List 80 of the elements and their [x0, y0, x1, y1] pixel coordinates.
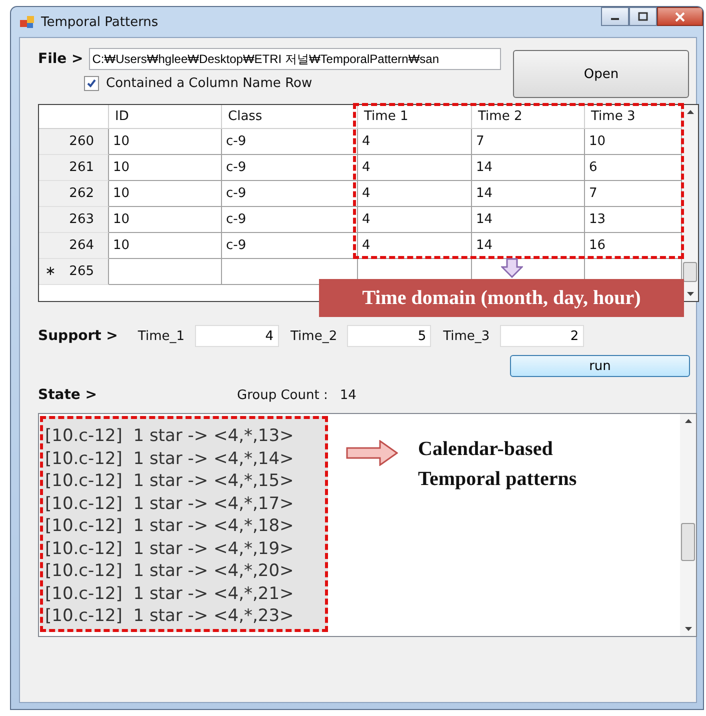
support-field-label: Time_3	[443, 328, 490, 344]
down-arrow-icon	[501, 258, 523, 278]
header-checkbox[interactable]	[84, 76, 99, 91]
output-text-area[interactable]	[38, 413, 697, 637]
file-path-field[interactable]: C:₩Users₩hglee₩Desktop₩ETRI 저널₩TemporalPattern₩san	[89, 48, 502, 70]
scroll-up-icon[interactable]	[686, 109, 694, 114]
state-label: State >	[38, 387, 98, 403]
scrollbar[interactable]	[680, 414, 696, 636]
table-cell: 4	[358, 155, 472, 181]
table-cell: 14	[472, 155, 585, 181]
row-number: 263	[69, 212, 94, 227]
right-arrow-icon	[346, 440, 398, 466]
table-cell: 10	[109, 233, 222, 259]
checkbox-label: Contained a Column Name Row	[106, 76, 312, 91]
row-number: 260	[69, 134, 94, 149]
support-field[interactable]: 4	[194, 325, 279, 347]
table-cell: 10	[109, 129, 222, 155]
output-line: [10.c-12] 1 star -> <4,*,17>	[45, 492, 295, 515]
table-cell: 14	[472, 207, 585, 233]
close-icon	[674, 12, 686, 22]
output-line: [10.c-12] 1 star -> <4,*,15>	[45, 470, 295, 492]
output-line: [10.c-12] 1 star -> <4,*,13>	[45, 425, 295, 448]
table-cell: 13	[585, 207, 682, 233]
table-cell: 14	[472, 181, 585, 207]
output-line: [10.c-12] 1 star -> <4,*,20>	[45, 560, 295, 582]
annotation-label: Time domain (month, day, hour)	[319, 279, 684, 317]
maximize-icon	[638, 12, 648, 21]
scroll-up-icon[interactable]	[684, 418, 692, 423]
scroll-thumb[interactable]	[683, 262, 697, 282]
table-cell: 4	[358, 207, 472, 233]
maximize-button[interactable]	[629, 7, 657, 26]
minimize-button[interactable]	[601, 7, 629, 26]
column-header[interactable]: ID	[109, 105, 222, 129]
output-line: [10.c-12] 1 star -> <4,*,23>	[45, 605, 295, 628]
row-number: 262	[69, 186, 94, 201]
annotation-text: Calendar-based	[418, 437, 554, 462]
run-button[interactable]: run	[510, 355, 690, 377]
table-cell: 10	[109, 207, 222, 233]
table-cell: 6	[585, 155, 682, 181]
table-cell: c-9	[222, 233, 358, 259]
table-cell: 4	[358, 181, 472, 207]
group-count-value: 14	[340, 388, 356, 402]
support-field[interactable]: 5	[347, 325, 432, 347]
table-cell: c-9	[222, 207, 358, 233]
support-field-label: Time_2	[290, 328, 338, 344]
group-count-label: Group Count :	[237, 388, 328, 402]
table-cell: c-9	[222, 155, 358, 181]
scrollbar[interactable]	[682, 105, 698, 301]
close-button[interactable]	[657, 7, 703, 26]
output-line: [10.c-12] 1 star -> <4,*,14>	[45, 448, 295, 470]
table-cell: 10	[109, 155, 222, 181]
output-line: [10.c-12] 1 star -> <4,*,21>	[45, 582, 295, 605]
support-field[interactable]: 2	[500, 325, 584, 347]
output-line: [10.c-12] 1 star -> <4,*,18>	[45, 515, 295, 538]
window-title: Temporal Patterns	[41, 14, 158, 30]
table-cell: 7	[585, 181, 682, 207]
support-field-label: Time_1	[138, 328, 185, 344]
output-line: [10.c-12] 1 star -> <4,*,19>	[45, 538, 295, 560]
row-number: 265	[69, 264, 94, 279]
scroll-down-icon[interactable]	[684, 627, 692, 632]
app-icon	[19, 14, 35, 30]
table-cell: 10	[585, 129, 682, 155]
table-cell: 10	[109, 181, 222, 207]
row-number: 261	[69, 160, 94, 175]
file-label: File >	[38, 51, 84, 67]
row-number: 264	[69, 238, 94, 253]
scroll-thumb[interactable]	[681, 523, 695, 561]
table-cell: c-9	[222, 181, 358, 207]
column-header[interactable]: Time 2	[472, 105, 585, 129]
table-cell: c-9	[222, 129, 358, 155]
column-header[interactable]: Class	[222, 105, 358, 129]
scroll-down-icon[interactable]	[686, 292, 694, 297]
table-cell: 4	[358, 129, 472, 155]
support-label: Support >	[38, 328, 118, 344]
column-header[interactable]: Time 1	[358, 105, 472, 129]
new-row-marker: ∗	[45, 264, 56, 279]
open-button[interactable]: Open	[513, 50, 690, 98]
table-cell: 7	[472, 129, 585, 155]
table-cell: 4	[358, 233, 472, 259]
annotation-text: Temporal patterns	[418, 467, 577, 492]
